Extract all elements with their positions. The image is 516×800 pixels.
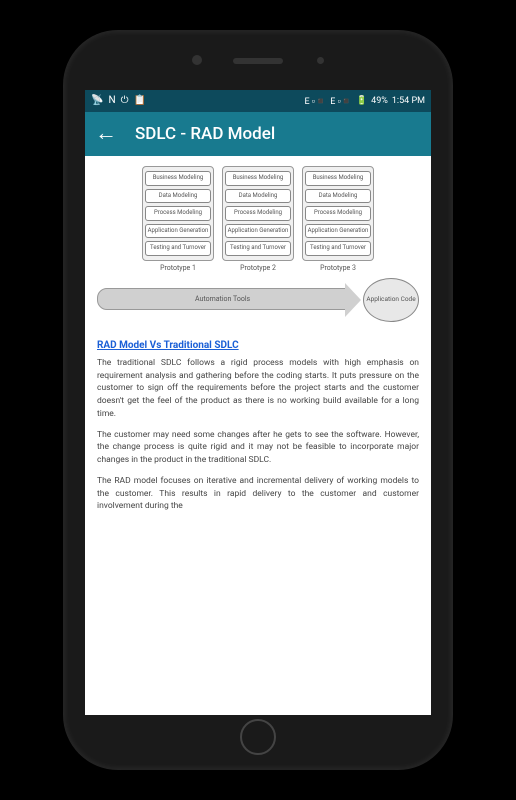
notification-n-icon: N xyxy=(108,96,115,106)
stage-process-modeling: Process Modeling xyxy=(225,206,291,221)
clipboard-icon: 📋 xyxy=(134,96,146,106)
paragraph-2: The customer may need some changes after… xyxy=(97,429,419,467)
battery-icon: 🔋 xyxy=(356,96,367,106)
prototype-box: Business Modeling Data Modeling Process … xyxy=(222,166,294,261)
stage-testing-turnover: Testing and Turnover xyxy=(145,241,211,256)
wifi-icon: 📡 xyxy=(91,96,103,106)
stage-business-modeling: Business Modeling xyxy=(305,171,371,186)
prototype-box: Business Modeling Data Modeling Process … xyxy=(142,166,214,261)
battery-percentage: 49% xyxy=(371,96,388,106)
stage-process-modeling: Process Modeling xyxy=(305,206,371,221)
prototype-label: Prototype 1 xyxy=(160,264,196,272)
flow-row: Automation Tools Application Code xyxy=(97,278,419,326)
phone-sensor xyxy=(317,57,324,64)
stage-application-generation: Application Generation xyxy=(145,224,211,239)
stage-data-modeling: Data Modeling xyxy=(225,189,291,204)
power-icon: ⏻ xyxy=(121,96,129,106)
signal-1-icon: E ▫◾ xyxy=(304,96,326,107)
stage-data-modeling: Data Modeling xyxy=(305,189,371,204)
content-area[interactable]: Business Modeling Data Modeling Process … xyxy=(85,156,431,715)
stage-application-generation: Application Generation xyxy=(225,224,291,239)
prototype-column-1: Business Modeling Data Modeling Process … xyxy=(142,166,214,272)
clock-time: 1:54 PM xyxy=(392,96,425,106)
stage-process-modeling: Process Modeling xyxy=(145,206,211,221)
prototype-box: Business Modeling Data Modeling Process … xyxy=(302,166,374,261)
automation-arrow: Automation Tools xyxy=(97,288,348,310)
signal-2-icon: E ▫◾ xyxy=(330,96,352,107)
phone-camera xyxy=(192,55,202,65)
stage-testing-turnover: Testing and Turnover xyxy=(305,241,371,256)
application-code-node: Application Code xyxy=(363,278,419,322)
page-title: SDLC - RAD Model xyxy=(135,124,275,144)
phone-speaker xyxy=(233,58,283,64)
status-bar: 📡 N ⏻ 📋 E ▫◾ E ▫◾ 🔋 49% 1:54 PM xyxy=(85,90,431,112)
stage-business-modeling: Business Modeling xyxy=(145,171,211,186)
back-button[interactable]: ← xyxy=(95,123,117,145)
status-bar-left: 📡 N ⏻ 📋 xyxy=(91,96,146,106)
status-bar-right: E ▫◾ E ▫◾ 🔋 49% 1:54 PM xyxy=(304,96,425,107)
stage-business-modeling: Business Modeling xyxy=(225,171,291,186)
stage-testing-turnover: Testing and Turnover xyxy=(225,241,291,256)
screen: 📡 N ⏻ 📋 E ▫◾ E ▫◾ 🔋 49% 1:54 PM ← SDLC -… xyxy=(85,90,431,715)
section-heading: RAD Model Vs Traditional SDLC xyxy=(97,340,419,351)
paragraph-3: The RAD model focuses on iterative and i… xyxy=(97,475,419,513)
phone-frame: 📡 N ⏻ 📋 E ▫◾ E ▫◾ 🔋 49% 1:54 PM ← SDLC -… xyxy=(63,30,453,770)
prototype-label: Prototype 3 xyxy=(320,264,356,272)
rad-diagram: Business Modeling Data Modeling Process … xyxy=(97,166,419,272)
prototype-column-3: Business Modeling Data Modeling Process … xyxy=(302,166,374,272)
paragraph-1: The traditional SDLC follows a rigid pro… xyxy=(97,357,419,421)
prototype-label: Prototype 2 xyxy=(240,264,276,272)
prototype-column-2: Business Modeling Data Modeling Process … xyxy=(222,166,294,272)
home-button[interactable] xyxy=(240,719,276,755)
stage-data-modeling: Data Modeling xyxy=(145,189,211,204)
app-bar: ← SDLC - RAD Model xyxy=(85,112,431,156)
stage-application-generation: Application Generation xyxy=(305,224,371,239)
